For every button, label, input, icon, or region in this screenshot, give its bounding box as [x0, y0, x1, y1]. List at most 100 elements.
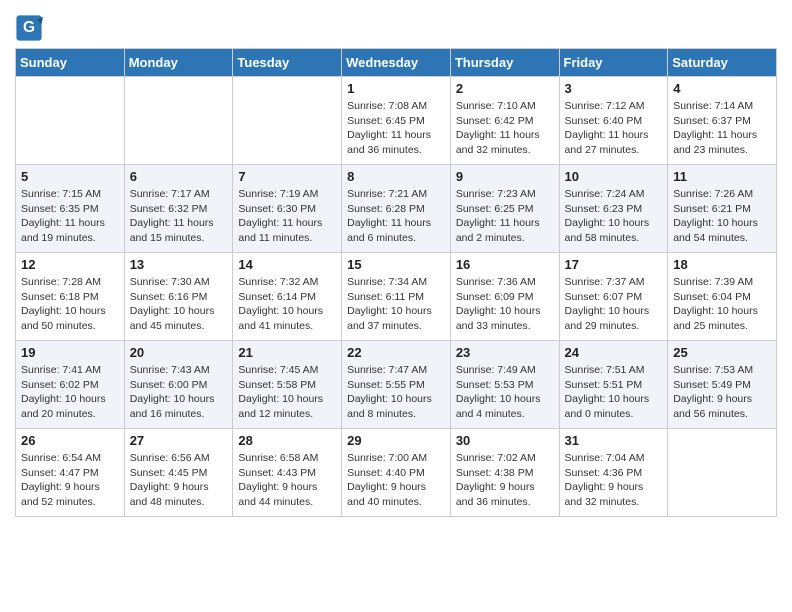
calendar-cell	[668, 429, 777, 517]
calendar-cell	[233, 77, 342, 165]
logo: G	[15, 14, 47, 42]
day-number: 30	[456, 433, 554, 448]
day-info: Sunrise: 7:32 AM Sunset: 6:14 PM Dayligh…	[238, 275, 336, 334]
day-number: 1	[347, 81, 445, 96]
calendar-cell: 1 Sunrise: 7:08 AM Sunset: 6:45 PM Daylig…	[342, 77, 451, 165]
day-info: Sunrise: 7:02 AM Sunset: 4:38 PM Dayligh…	[456, 451, 554, 510]
calendar-cell: 23 Sunrise: 7:49 AM Sunset: 5:53 PM Dayli…	[450, 341, 559, 429]
day-number: 25	[673, 345, 771, 360]
day-info: Sunrise: 7:17 AM Sunset: 6:32 PM Dayligh…	[130, 187, 228, 246]
day-number: 10	[565, 169, 663, 184]
calendar-cell: 10Sunrise: 7:24 AM Sunset: 6:23 PM Dayli…	[559, 165, 668, 253]
calendar-cell: 18 Sunrise: 7:39 AM Sunset: 6:04 PM Dayli…	[668, 253, 777, 341]
calendar-cell: 2 Sunrise: 7:10 AM Sunset: 6:42 PM Daylig…	[450, 77, 559, 165]
day-info: Sunrise: 6:54 AM Sunset: 4:47 PM Dayligh…	[21, 451, 119, 510]
calendar-cell: 20 Sunrise: 7:43 AM Sunset: 6:00 PM Dayli…	[124, 341, 233, 429]
calendar-cell: 11Sunrise: 7:26 AM Sunset: 6:21 PM Dayli…	[668, 165, 777, 253]
day-info: Sunrise: 6:56 AM Sunset: 4:45 PM Dayligh…	[130, 451, 228, 510]
day-info: Sunrise: 6:58 AM Sunset: 4:43 PM Dayligh…	[238, 451, 336, 510]
day-number: 5	[21, 169, 119, 184]
day-number: 6	[130, 169, 228, 184]
calendar-cell: 17Sunrise: 7:37 AM Sunset: 6:07 PM Dayli…	[559, 253, 668, 341]
calendar-cell: 14 Sunrise: 7:32 AM Sunset: 6:14 PM Dayli…	[233, 253, 342, 341]
day-info: Sunrise: 7:47 AM Sunset: 5:55 PM Dayligh…	[347, 363, 445, 422]
day-number: 12	[21, 257, 119, 272]
calendar-cell: 4Sunrise: 7:14 AM Sunset: 6:37 PM Daylig…	[668, 77, 777, 165]
day-info: Sunrise: 7:23 AM Sunset: 6:25 PM Dayligh…	[456, 187, 554, 246]
calendar-cell: 9 Sunrise: 7:23 AM Sunset: 6:25 PM Daylig…	[450, 165, 559, 253]
day-info: Sunrise: 7:39 AM Sunset: 6:04 PM Dayligh…	[673, 275, 771, 334]
day-number: 21	[238, 345, 336, 360]
day-info: Sunrise: 7:08 AM Sunset: 6:45 PM Dayligh…	[347, 99, 445, 158]
calendar-cell: 31 Sunrise: 7:04 AM Sunset: 4:36 PM Dayli…	[559, 429, 668, 517]
header-sunday: Sunday	[16, 49, 125, 77]
day-number: 19	[21, 345, 119, 360]
day-number: 14	[238, 257, 336, 272]
calendar-week-5: 26 Sunrise: 6:54 AM Sunset: 4:47 PM Dayli…	[16, 429, 777, 517]
calendar-cell: 13 Sunrise: 7:30 AM Sunset: 6:16 PM Dayli…	[124, 253, 233, 341]
day-info: Sunrise: 7:10 AM Sunset: 6:42 PM Dayligh…	[456, 99, 554, 158]
page-header: G	[15, 10, 777, 42]
calendar-cell: 15Sunrise: 7:34 AM Sunset: 6:11 PM Dayli…	[342, 253, 451, 341]
header-tuesday: Tuesday	[233, 49, 342, 77]
header-thursday: Thursday	[450, 49, 559, 77]
day-info: Sunrise: 7:36 AM Sunset: 6:09 PM Dayligh…	[456, 275, 554, 334]
day-info: Sunrise: 7:12 AM Sunset: 6:40 PM Dayligh…	[565, 99, 663, 158]
day-number: 22	[347, 345, 445, 360]
header-saturday: Saturday	[668, 49, 777, 77]
calendar-cell: 22 Sunrise: 7:47 AM Sunset: 5:55 PM Dayli…	[342, 341, 451, 429]
day-number: 20	[130, 345, 228, 360]
calendar-cell: 19 Sunrise: 7:41 AM Sunset: 6:02 PM Dayli…	[16, 341, 125, 429]
day-number: 28	[238, 433, 336, 448]
day-info: Sunrise: 7:30 AM Sunset: 6:16 PM Dayligh…	[130, 275, 228, 334]
calendar-week-4: 19 Sunrise: 7:41 AM Sunset: 6:02 PM Dayli…	[16, 341, 777, 429]
calendar-cell: 21 Sunrise: 7:45 AM Sunset: 5:58 PM Dayli…	[233, 341, 342, 429]
day-info: Sunrise: 7:43 AM Sunset: 6:00 PM Dayligh…	[130, 363, 228, 422]
calendar-cell: 5 Sunrise: 7:15 AM Sunset: 6:35 PM Daylig…	[16, 165, 125, 253]
day-info: Sunrise: 7:41 AM Sunset: 6:02 PM Dayligh…	[21, 363, 119, 422]
logo-icon: G	[15, 14, 43, 42]
day-number: 3	[565, 81, 663, 96]
calendar-cell: 3 Sunrise: 7:12 AM Sunset: 6:40 PM Daylig…	[559, 77, 668, 165]
day-info: Sunrise: 7:19 AM Sunset: 6:30 PM Dayligh…	[238, 187, 336, 246]
calendar-cell: 27Sunrise: 6:56 AM Sunset: 4:45 PM Dayli…	[124, 429, 233, 517]
day-number: 31	[565, 433, 663, 448]
day-number: 4	[673, 81, 771, 96]
day-number: 7	[238, 169, 336, 184]
day-info: Sunrise: 7:51 AM Sunset: 5:51 PM Dayligh…	[565, 363, 663, 422]
day-number: 24	[565, 345, 663, 360]
day-number: 9	[456, 169, 554, 184]
header-wednesday: Wednesday	[342, 49, 451, 77]
day-number: 16	[456, 257, 554, 272]
day-number: 29	[347, 433, 445, 448]
calendar-cell: 8 Sunrise: 7:21 AM Sunset: 6:28 PM Daylig…	[342, 165, 451, 253]
calendar-cell: 26 Sunrise: 6:54 AM Sunset: 4:47 PM Dayli…	[16, 429, 125, 517]
calendar-cell	[124, 77, 233, 165]
day-number: 17	[565, 257, 663, 272]
calendar-cell: 30 Sunrise: 7:02 AM Sunset: 4:38 PM Dayli…	[450, 429, 559, 517]
day-number: 18	[673, 257, 771, 272]
calendar-cell: 25Sunrise: 7:53 AM Sunset: 5:49 PM Dayli…	[668, 341, 777, 429]
day-info: Sunrise: 7:15 AM Sunset: 6:35 PM Dayligh…	[21, 187, 119, 246]
calendar-cell: 28 Sunrise: 6:58 AM Sunset: 4:43 PM Dayli…	[233, 429, 342, 517]
day-number: 8	[347, 169, 445, 184]
calendar-week-3: 12 Sunrise: 7:28 AM Sunset: 6:18 PM Dayli…	[16, 253, 777, 341]
day-number: 26	[21, 433, 119, 448]
day-info: Sunrise: 7:49 AM Sunset: 5:53 PM Dayligh…	[456, 363, 554, 422]
day-number: 23	[456, 345, 554, 360]
day-number: 13	[130, 257, 228, 272]
header-friday: Friday	[559, 49, 668, 77]
day-info: Sunrise: 7:28 AM Sunset: 6:18 PM Dayligh…	[21, 275, 119, 334]
day-info: Sunrise: 7:21 AM Sunset: 6:28 PM Dayligh…	[347, 187, 445, 246]
calendar-table: SundayMondayTuesdayWednesdayThursdayFrid…	[15, 48, 777, 517]
calendar-cell: 7 Sunrise: 7:19 AM Sunset: 6:30 PM Daylig…	[233, 165, 342, 253]
calendar-cell: 29Sunrise: 7:00 AM Sunset: 4:40 PM Dayli…	[342, 429, 451, 517]
calendar-week-1: 1 Sunrise: 7:08 AM Sunset: 6:45 PM Daylig…	[16, 77, 777, 165]
day-info: Sunrise: 7:45 AM Sunset: 5:58 PM Dayligh…	[238, 363, 336, 422]
calendar-cell: 16 Sunrise: 7:36 AM Sunset: 6:09 PM Dayli…	[450, 253, 559, 341]
calendar-cell: 24 Sunrise: 7:51 AM Sunset: 5:51 PM Dayli…	[559, 341, 668, 429]
calendar-cell: 6 Sunrise: 7:17 AM Sunset: 6:32 PM Daylig…	[124, 165, 233, 253]
day-info: Sunrise: 7:04 AM Sunset: 4:36 PM Dayligh…	[565, 451, 663, 510]
day-number: 2	[456, 81, 554, 96]
header-monday: Monday	[124, 49, 233, 77]
